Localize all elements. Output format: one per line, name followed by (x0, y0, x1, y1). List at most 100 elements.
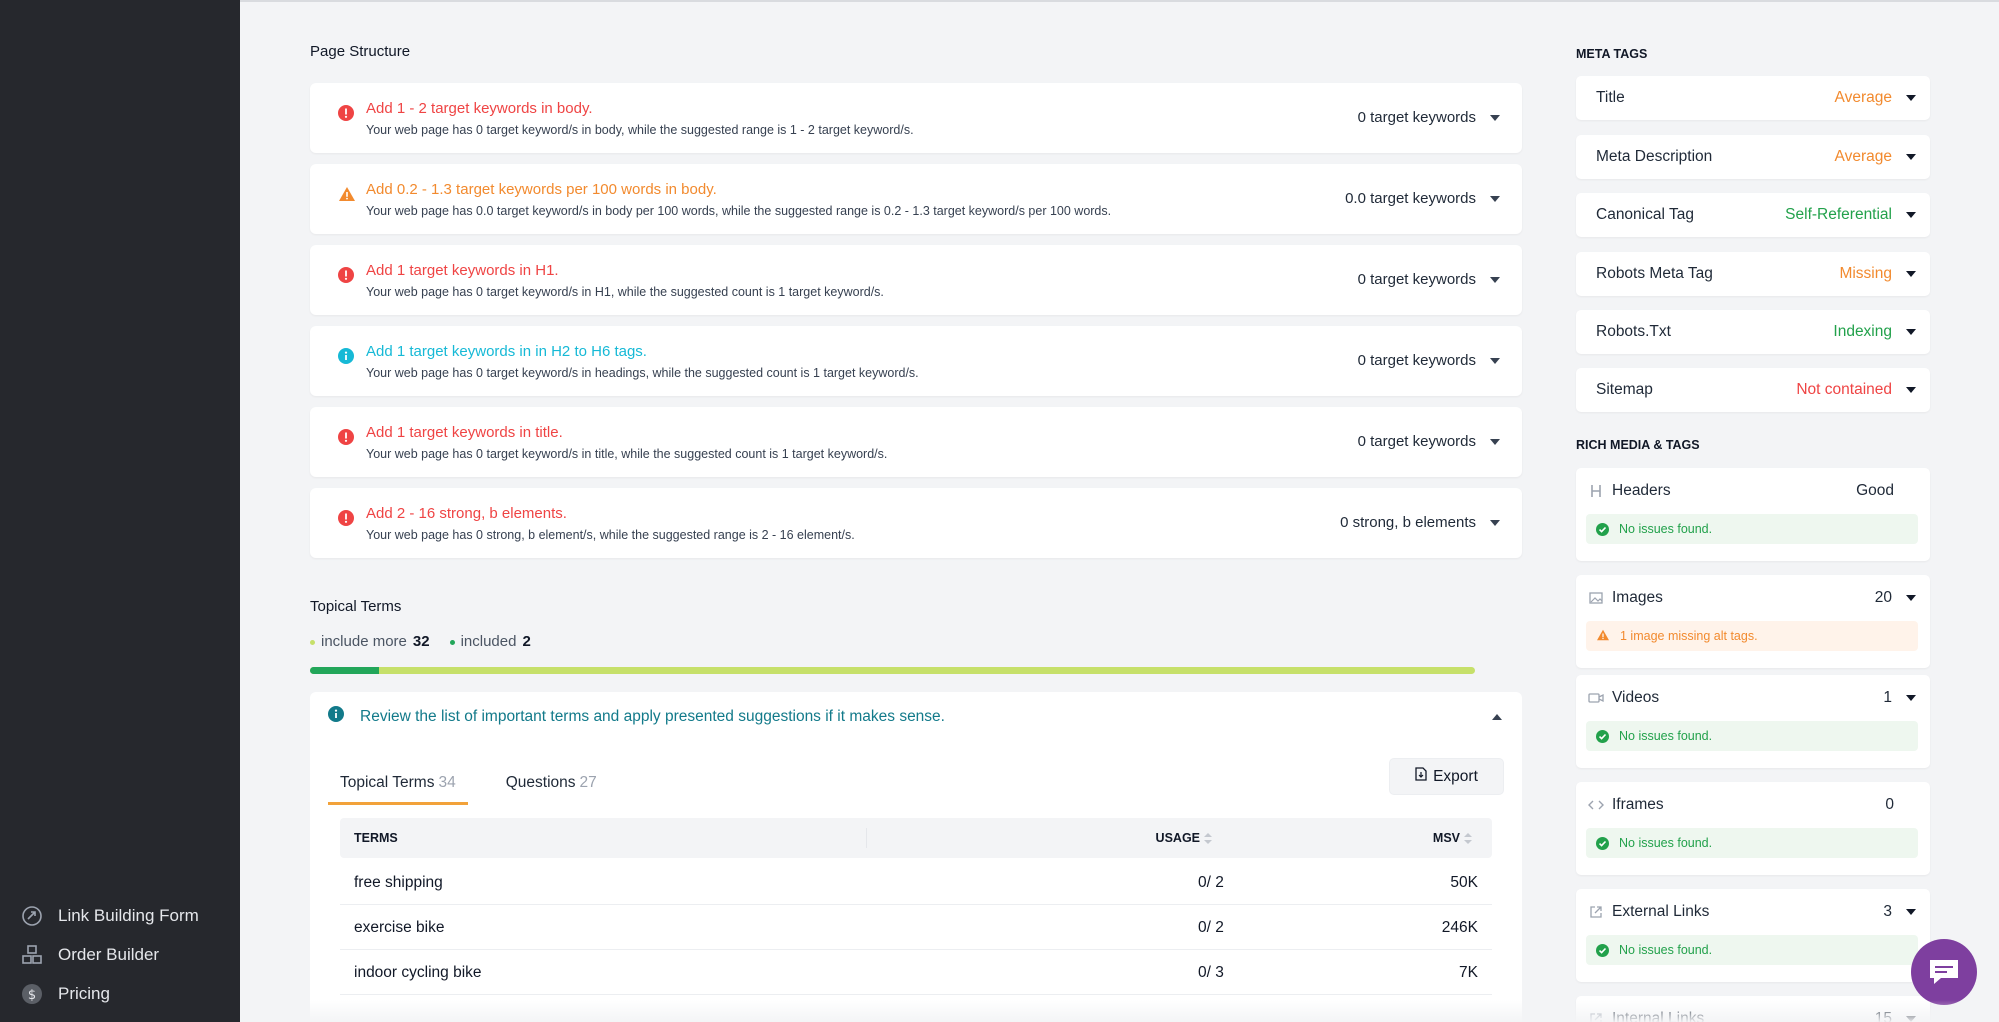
page-structure-item[interactable]: Add 0.2 - 1.3 target keywords per 100 wo… (310, 164, 1522, 234)
table-row[interactable]: exercise bike 0/ 2 246K (340, 905, 1492, 950)
page-structure-item[interactable]: Add 1 target keywords in in H2 to H6 tag… (310, 326, 1522, 396)
chevron-down-icon[interactable] (1490, 115, 1500, 121)
header-icon (1588, 484, 1604, 500)
tip-text: Review the list of important terms and a… (360, 707, 945, 725)
error-icon (338, 105, 354, 121)
chevron-down-icon (1906, 909, 1916, 915)
status-message: 1 image missing alt tags. (1586, 621, 1918, 651)
item-description: Your web page has 0 target keyword/s in … (366, 366, 919, 380)
meta-tag-status: Not contained (1796, 381, 1892, 398)
sidebar-item-pricing[interactable]: $ Pricing (20, 982, 110, 1006)
meta-tag-status: Self-Referential (1785, 206, 1892, 223)
chat-button[interactable] (1911, 939, 1977, 1005)
meta-tag-label: Sitemap (1596, 381, 1653, 398)
chevron-down-icon[interactable] (1490, 358, 1500, 364)
page-structure-item[interactable]: Add 1 - 2 target keywords in body. Your w… (310, 83, 1522, 153)
check-circle-icon (1596, 522, 1609, 536)
check-circle-icon (1596, 729, 1609, 743)
topical-terms-panel: Review the list of important terms and a… (310, 692, 1522, 1022)
meta-tag-robots-txt[interactable]: Robots.Txt Indexing (1576, 310, 1930, 354)
sidebar-item-link-building-form[interactable]: Link Building Form (20, 904, 199, 928)
item-value: 0 target keywords (1357, 352, 1476, 369)
rich-media-label: Headers (1612, 482, 1671, 499)
error-icon (338, 429, 354, 445)
chevron-down-icon[interactable] (1490, 196, 1500, 202)
warning-icon (1596, 629, 1610, 644)
chevron-down-icon (1906, 329, 1916, 335)
chevron-down-icon[interactable] (1490, 520, 1500, 526)
meta-tag-sitemap[interactable]: Sitemap Not contained (1576, 368, 1930, 412)
error-icon (338, 267, 354, 283)
meta-tag-status: Average (1834, 89, 1892, 106)
item-description: Your web page has 0 target keyword/s in … (366, 447, 888, 461)
status-message: No issues found. (1586, 721, 1918, 751)
meta-tag-canonical-tag[interactable]: Canonical Tag Self-Referential (1576, 193, 1930, 237)
item-description: Your web page has 0 target keyword/s in … (366, 123, 914, 137)
info-icon (328, 706, 344, 727)
meta-tag-title[interactable]: Title Average (1576, 76, 1930, 120)
rich-media-images[interactable]: Images 20 1 image missing alt tags. (1576, 575, 1930, 668)
topical-terms-legend: include more 32 included 2 (310, 633, 531, 650)
collapse-chevron-icon[interactable] (1492, 714, 1502, 720)
status-message: No issues found. (1586, 935, 1918, 965)
sidebar-item-label: Link Building Form (58, 906, 199, 925)
item-description: Your web page has 0.0 target keyword/s i… (366, 204, 1112, 218)
video-icon (1588, 691, 1604, 707)
status-message: No issues found. (1586, 514, 1918, 544)
meta-tag-label: Meta Description (1596, 148, 1713, 165)
col-usage[interactable]: USAGE (1156, 831, 1212, 845)
link-rocket-icon (20, 904, 44, 928)
term-cell: indoor cycling bike (354, 964, 482, 981)
tab-topical-terms[interactable]: Topical Terms 34 (328, 766, 468, 805)
item-value: 0 strong, b elements (1340, 514, 1476, 531)
check-circle-icon (1596, 943, 1609, 957)
item-description: Your web page has 0 target keyword/s in … (366, 285, 884, 299)
export-button[interactable]: Export (1389, 758, 1504, 795)
meta-tag-meta-description[interactable]: Meta Description Average (1576, 135, 1930, 179)
table-row[interactable]: free shipping 0/ 2 50K (340, 860, 1492, 905)
rich-media-headers[interactable]: Headers Good No issues found. (1576, 468, 1930, 561)
rich-media-external-links[interactable]: External Links 3 No issues found. (1576, 889, 1930, 982)
topical-terms-title: Topical Terms (310, 598, 402, 615)
check-circle-icon (1596, 836, 1609, 850)
chevron-down-icon[interactable] (1490, 277, 1500, 283)
dollar-icon: $ (20, 982, 44, 1006)
chevron-down-icon[interactable] (1490, 439, 1500, 445)
rich-media-value: 20 (1874, 589, 1892, 606)
status-message: No issues found. (1586, 828, 1918, 858)
page-structure-item[interactable]: Add 1 target keywords in H1. Your web pag… (310, 245, 1522, 315)
warning-icon (338, 186, 355, 202)
meta-tag-robots-meta-tag[interactable]: Robots Meta Tag Missing (1576, 252, 1930, 296)
sort-icon (1204, 832, 1212, 845)
item-value: 0 target keywords (1357, 271, 1476, 288)
msv-cell: 7K (1459, 964, 1478, 981)
file-export-icon (1415, 767, 1427, 786)
meta-tag-label: Robots.Txt (1596, 323, 1671, 340)
chat-icon (1930, 960, 1958, 984)
sidebar-item-order-builder[interactable]: Order Builder (20, 943, 159, 967)
sort-icon (1464, 832, 1472, 845)
rich-media-iframes[interactable]: Iframes 0 No issues found. (1576, 782, 1930, 875)
rich-media-value: 3 (1883, 903, 1892, 920)
meta-tag-label: Robots Meta Tag (1596, 265, 1713, 282)
msv-cell: 50K (1450, 874, 1478, 891)
terms-table-header: TERMS USAGE MSV (340, 818, 1492, 858)
terms-tip[interactable]: Review the list of important terms and a… (328, 706, 945, 727)
page-structure-item[interactable]: Add 2 - 16 strong, b elements. Your web p… (310, 488, 1522, 558)
col-terms: TERMS (354, 831, 398, 845)
error-icon (338, 510, 354, 526)
rich-media-internal-links[interactable]: Internal Links 15 (1576, 996, 1930, 1022)
rich-media-label: Iframes (1612, 796, 1664, 813)
rich-media-videos[interactable]: Videos 1 No issues found. (1576, 675, 1930, 768)
sidebar: Link Building Form Order Builder $ Prici… (0, 0, 240, 1022)
terms-progress-fill (310, 667, 379, 674)
rich-media-label: Internal Links (1612, 1010, 1705, 1022)
term-cell: free shipping (354, 874, 443, 891)
tab-questions[interactable]: Questions 27 (494, 766, 609, 805)
chevron-down-icon (1906, 212, 1916, 218)
col-msv[interactable]: MSV (1433, 831, 1472, 845)
table-row[interactable]: indoor cycling bike 0/ 3 7K (340, 950, 1492, 995)
page-structure-item[interactable]: Add 1 target keywords in title. Your web … (310, 407, 1522, 477)
item-value: 0 target keywords (1357, 109, 1476, 126)
boxes-icon (20, 943, 44, 967)
